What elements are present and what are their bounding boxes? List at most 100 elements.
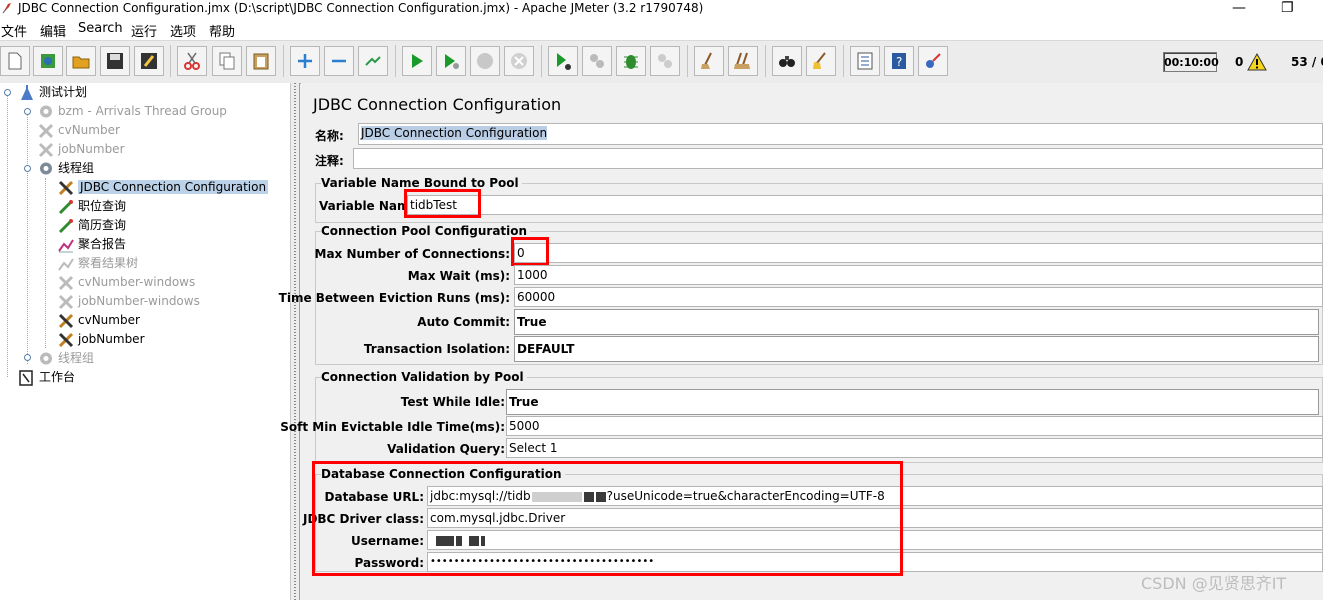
start-no-pause-icon[interactable]	[436, 46, 466, 76]
cut-icon[interactable]	[177, 46, 207, 76]
expand-icon[interactable]	[290, 46, 320, 76]
thread-count: 53 / 0	[1291, 55, 1323, 69]
menu-edit[interactable]: 编辑	[40, 21, 66, 40]
tree-node-thread-group[interactable]: 线程组	[37, 159, 94, 178]
config-icon	[38, 142, 54, 158]
tree-node-test-plan[interactable]: 测试计划	[18, 83, 87, 102]
paste-icon[interactable]	[246, 46, 276, 76]
start-icon[interactable]	[402, 46, 432, 76]
remote-start-all-icon[interactable]	[616, 46, 646, 76]
listener-icon	[58, 258, 74, 271]
elapsed-timer: 00:10:00	[1163, 52, 1219, 72]
menu-help[interactable]: 帮助	[209, 21, 235, 40]
tree-node-thread-group-2[interactable]: 线程组	[37, 349, 94, 368]
soft-min-idle-field[interactable]: 5000	[506, 416, 1323, 436]
title-bar: JDBC Connection Configuration.jmx (D:\sc…	[0, 0, 1323, 18]
tree-node-cvnumber[interactable]: cvNumber	[37, 121, 120, 140]
minimize-button[interactable]: —	[1232, 1, 1246, 15]
restore-button[interactable]: ❐	[1281, 1, 1294, 15]
jmeter-feather-icon	[2, 3, 11, 14]
config-icon	[58, 275, 74, 291]
window-title: JDBC Connection Configuration.jmx (D:\sc…	[18, 1, 704, 15]
tree-node-view-results-tree[interactable]: 察看结果树	[57, 254, 138, 273]
remote-stop-icon[interactable]	[582, 46, 612, 76]
search-icon[interactable]	[772, 46, 802, 76]
shutdown-icon[interactable]	[504, 46, 534, 76]
test-while-idle-select[interactable]: True	[506, 389, 1319, 415]
sampler-icon	[58, 200, 73, 215]
collapse-icon[interactable]	[324, 46, 354, 76]
username-label: Username:	[350, 534, 424, 548]
open-icon[interactable]	[66, 46, 96, 76]
tree-node-jobnumber-2[interactable]: jobNumber	[57, 330, 145, 349]
eviction-runs-field[interactable]: 60000	[514, 287, 1323, 307]
menu-bar: 文件 编辑 Search 运行 选项 帮助	[0, 18, 1323, 40]
connection-validation-group-title: Connection Validation by Pool	[321, 370, 527, 384]
menu-search[interactable]: Search	[78, 21, 123, 36]
remote-start-icon[interactable]	[548, 46, 578, 76]
database-url-label: Database URL:	[324, 490, 424, 504]
tree-node-workbench[interactable]: 工作台	[18, 368, 75, 387]
warning-icon[interactable]	[1247, 53, 1267, 71]
test-plan-icon	[21, 85, 33, 100]
max-connections-field[interactable]: 0	[514, 243, 1323, 263]
gear-icon	[40, 352, 52, 365]
function-helper-icon[interactable]	[850, 46, 880, 76]
soft-min-idle-label: Soft Min Evictable Idle Time(ms):	[280, 420, 505, 434]
validation-query-label: Validation Query:	[387, 442, 505, 456]
validation-query-field[interactable]: Select 1	[506, 438, 1323, 458]
password-field[interactable]: ••••••••••••••••••••••••••••••••••••••	[427, 552, 1323, 572]
error-count: 0	[1235, 55, 1244, 69]
split-pane-divider[interactable]	[290, 83, 300, 600]
tree-node-aggregate-report[interactable]: 聚合报告	[57, 235, 126, 254]
tree-node-jobnumber-windows[interactable]: jobNumber-windows	[57, 292, 200, 311]
max-wait-field[interactable]: 1000	[514, 265, 1323, 285]
tree-node-job-query[interactable]: 职位查询	[57, 197, 126, 216]
tree-node-cvnumber-2[interactable]: cvNumber	[57, 311, 140, 330]
name-label: 名称:	[315, 129, 344, 143]
config-icon	[58, 294, 74, 310]
help-icon[interactable]: ?	[884, 46, 914, 76]
driver-class-field[interactable]: com.mysql.jdbc.Driver	[427, 508, 1323, 528]
svg-text:?: ?	[896, 55, 902, 69]
tree-node-jdbc-config[interactable]: JDBC Connection Configuration	[57, 178, 269, 197]
config-icon	[58, 313, 74, 329]
toggle-icon[interactable]	[358, 46, 388, 76]
transaction-isolation-select[interactable]: DEFAULT	[514, 336, 1319, 362]
auto-commit-select[interactable]: True	[514, 309, 1319, 335]
max-connections-label: Max Number of Connections:	[314, 247, 510, 261]
tree-node-resume-query[interactable]: 简历查询	[57, 216, 126, 235]
comments-label: 注释:	[315, 154, 344, 168]
menu-file[interactable]: 文件	[1, 21, 27, 40]
max-wait-label: Max Wait (ms):	[407, 269, 510, 283]
connection-pool-group-title: Connection Pool Configuration	[321, 224, 531, 238]
copy-icon[interactable]	[212, 46, 242, 76]
database-connection-group-title: Database Connection Configuration	[321, 467, 565, 481]
remote-stop-all-icon[interactable]	[650, 46, 680, 76]
clear-all-icon[interactable]	[728, 46, 758, 76]
auto-commit-label: Auto Commit:	[417, 315, 510, 329]
menu-options[interactable]: 选项	[170, 21, 196, 40]
username-field[interactable]	[427, 530, 1323, 550]
tree-node-cvnumber-windows[interactable]: cvNumber-windows	[57, 273, 195, 292]
variable-name-field[interactable]: tidbTest	[407, 195, 1323, 215]
comments-field[interactable]	[353, 148, 1323, 169]
stop-icon[interactable]	[470, 46, 500, 76]
tree-node-arrivals-thread-group[interactable]: bzm - Arrivals Thread Group	[37, 102, 227, 121]
database-url-field[interactable]: jdbc:mysql://tidb ?useUnicode=true&charac…	[427, 486, 1323, 506]
reset-search-icon[interactable]	[806, 46, 836, 76]
name-field[interactable]: JDBC Connection Configuration	[358, 123, 1323, 145]
test-while-idle-label: Test While Idle:	[400, 395, 505, 409]
password-label: Password:	[354, 556, 425, 570]
tree-node-jobnumber[interactable]: jobNumber	[37, 140, 125, 159]
save-as-icon[interactable]	[134, 46, 164, 76]
log-viewer-icon[interactable]	[918, 46, 948, 76]
templates-icon[interactable]	[33, 46, 63, 76]
clear-icon[interactable]	[694, 46, 724, 76]
gear-icon	[40, 105, 52, 118]
save-icon[interactable]	[100, 46, 130, 76]
workbench-icon	[19, 370, 33, 386]
menu-run[interactable]: 运行	[131, 21, 157, 40]
new-icon[interactable]	[0, 46, 30, 76]
watermark: CSDN @见贤思齐IT	[1141, 574, 1287, 593]
